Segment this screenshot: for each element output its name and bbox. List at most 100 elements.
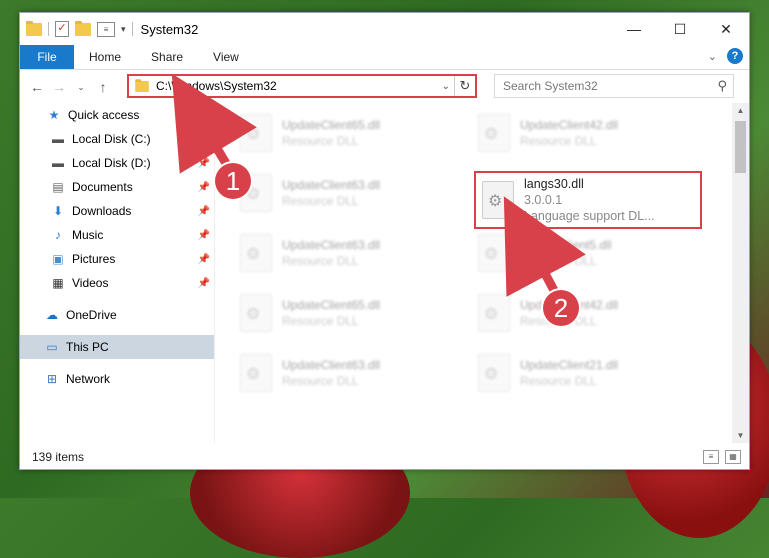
- chevron-down-icon[interactable]: ⌄: [438, 81, 454, 92]
- ribbon-right: ⌄ ?: [708, 48, 743, 64]
- pictures-icon: ▣: [52, 252, 64, 266]
- search-box[interactable]: Search System32 ⚲: [494, 74, 734, 98]
- file-item[interactable]: UpdateClient65.dll Resource DLL: [240, 289, 460, 337]
- nav-downloads[interactable]: ⬇ Downloads 📌: [20, 199, 214, 223]
- scroll-thumb[interactable]: [735, 121, 746, 173]
- dll-file-icon: [240, 354, 272, 392]
- nav-this-pc[interactable]: ▭ This PC: [20, 335, 214, 359]
- scroll-up-icon[interactable]: ▲: [732, 106, 749, 115]
- maximize-button[interactable]: ☐: [657, 13, 703, 45]
- pin-icon[interactable]: 📌: [198, 230, 210, 241]
- back-arrow-icon[interactable]: ←: [26, 79, 48, 95]
- nav-label: Local Disk (C:): [72, 132, 151, 146]
- nav-network[interactable]: ⊞ Network: [20, 367, 214, 391]
- pin-icon[interactable]: 📌: [198, 206, 210, 217]
- file-name: UpdateClient63.dll: [282, 178, 381, 192]
- window-controls: — ☐ ✕: [611, 13, 749, 45]
- vertical-scrollbar[interactable]: ▲ ▼: [732, 103, 749, 443]
- navigation-pane: ★ Quick access ▬ Local Disk (C:) 📌 ▬ Loc…: [20, 103, 215, 443]
- file-type: Resource DLL: [520, 374, 597, 388]
- file-list: UpdateClient65.dll Resource DLL UpdateCli…: [216, 103, 731, 443]
- nav-music[interactable]: ♪ Music 📌: [20, 223, 214, 247]
- nav-label: Videos: [72, 276, 109, 290]
- properties-check-icon[interactable]: ✓: [55, 21, 69, 37]
- search-input[interactable]: Search System32: [495, 79, 717, 93]
- file-version: 3.0.0.1: [524, 193, 563, 207]
- folder-icon: [135, 78, 149, 92]
- file-type: Resource DLL: [282, 314, 359, 328]
- file-type: Resource DLL: [282, 134, 359, 148]
- tab-home[interactable]: Home: [74, 45, 136, 69]
- forward-arrow-icon[interactable]: →: [48, 79, 70, 95]
- nav-local-disk-d[interactable]: ▬ Local Disk (D:) 📌: [20, 151, 214, 175]
- large-icons-view-icon[interactable]: ▦: [725, 450, 741, 464]
- drive-icon: ▬: [52, 132, 64, 146]
- address-bar[interactable]: C:\Windows\System32 ⌄ ↻: [127, 74, 477, 98]
- nav-videos[interactable]: ▦ Videos 📌: [20, 271, 214, 295]
- address-path[interactable]: C:\Windows\System32: [156, 79, 438, 93]
- file-item[interactable]: UpdateClient42.dllResource DLL: [478, 289, 698, 337]
- ribbon-tabs: File Home Share View ⌄ ?: [20, 45, 749, 70]
- file-item[interactable]: UpdateClient65.dll Resource DLL: [240, 109, 460, 157]
- dll-file-icon: [478, 354, 510, 392]
- dll-file-icon: [240, 234, 272, 272]
- file-name: UpdateClient65.dll: [282, 298, 381, 312]
- nav-pictures[interactable]: ▣ Pictures 📌: [20, 247, 214, 271]
- pin-icon[interactable]: 📌: [198, 254, 210, 265]
- file-item[interactable]: UpdateClient63.dll Resource DLL: [240, 169, 460, 217]
- recent-locations-chevron-icon[interactable]: ⌄: [70, 82, 92, 93]
- music-icon: ♪: [55, 228, 61, 242]
- up-arrow-icon[interactable]: ↑: [92, 79, 114, 95]
- file-item[interactable]: UpdateClient5.dll Resource DLL: [478, 229, 698, 277]
- tab-view[interactable]: View: [198, 45, 254, 69]
- nav-documents[interactable]: ▤ Documents 📌: [20, 175, 214, 199]
- file-item[interactable]: UpdateClient42.dllResource DLL: [478, 109, 698, 157]
- downloads-icon: ⬇: [52, 204, 64, 218]
- nav-onedrive[interactable]: ☁ OneDrive: [20, 303, 214, 327]
- file-item[interactable]: UpdateClient63.dll Resource DLL: [240, 349, 460, 397]
- pin-icon[interactable]: 📌: [198, 134, 210, 145]
- expand-ribbon-icon[interactable]: ⌄: [708, 50, 717, 63]
- dll-file-icon: [240, 114, 272, 152]
- dll-file-icon: [478, 294, 510, 332]
- title-bar: ✓ ≡ ▾ System32 — ☐ ✕: [20, 13, 749, 45]
- refresh-icon[interactable]: ↻: [454, 76, 475, 96]
- view-switcher: ≡ ▦: [703, 450, 741, 464]
- tab-share[interactable]: Share: [136, 45, 198, 69]
- file-name: UpdateClient63.dll: [282, 238, 381, 252]
- file-item[interactable]: UpdateClient63.dll Resource DLL: [240, 229, 460, 277]
- file-type: Resource DLL: [282, 374, 359, 388]
- highlighted-file-langs30[interactable]: langs30.dll 3.0.0.1 Language support DL.…: [474, 171, 702, 229]
- minimize-button[interactable]: —: [611, 13, 657, 45]
- pin-icon[interactable]: 📌: [198, 278, 210, 289]
- file-item[interactable]: UpdateClient21.dll Resource DLL: [478, 349, 698, 397]
- drive-icon: ▬: [52, 156, 64, 170]
- customize-icon[interactable]: ≡: [97, 21, 115, 37]
- nav-local-disk-c[interactable]: ▬ Local Disk (C:) 📌: [20, 127, 214, 151]
- help-icon[interactable]: ?: [727, 48, 743, 64]
- item-count: 139 items: [32, 450, 85, 464]
- documents-icon: ▤: [52, 180, 64, 194]
- dll-file-icon: [478, 234, 510, 272]
- navigation-bar: ← → ⌄ ↑ C:\Windows\System32 ⌄ ↻ Search S…: [20, 70, 749, 104]
- explorer-window: ✓ ≡ ▾ System32 — ☐ ✕ File Home Share Vie…: [19, 12, 750, 470]
- pin-icon[interactable]: 📌: [198, 158, 210, 169]
- file-name: UpdateClient5.dll: [520, 238, 612, 252]
- scroll-down-icon[interactable]: ▼: [732, 431, 749, 440]
- callout-badge-2: 2: [543, 290, 579, 326]
- close-button[interactable]: ✕: [703, 13, 749, 45]
- tab-file[interactable]: File: [20, 45, 74, 69]
- details-view-icon[interactable]: ≡: [703, 450, 719, 464]
- qat-dropdown-icon[interactable]: ▾: [121, 24, 126, 35]
- search-icon: ⚲: [717, 78, 727, 93]
- window-title: System32: [140, 21, 199, 37]
- new-folder-icon[interactable]: [75, 20, 91, 36]
- cloud-icon: ☁: [46, 308, 58, 322]
- pin-icon[interactable]: 📌: [198, 182, 210, 193]
- nav-label: Documents: [72, 180, 133, 194]
- nav-label: OneDrive: [66, 308, 117, 322]
- nav-quick-access[interactable]: ★ Quick access: [20, 103, 214, 127]
- file-type: Resource DLL: [520, 254, 597, 268]
- folder-icon: [26, 20, 42, 36]
- videos-icon: ▦: [52, 276, 64, 290]
